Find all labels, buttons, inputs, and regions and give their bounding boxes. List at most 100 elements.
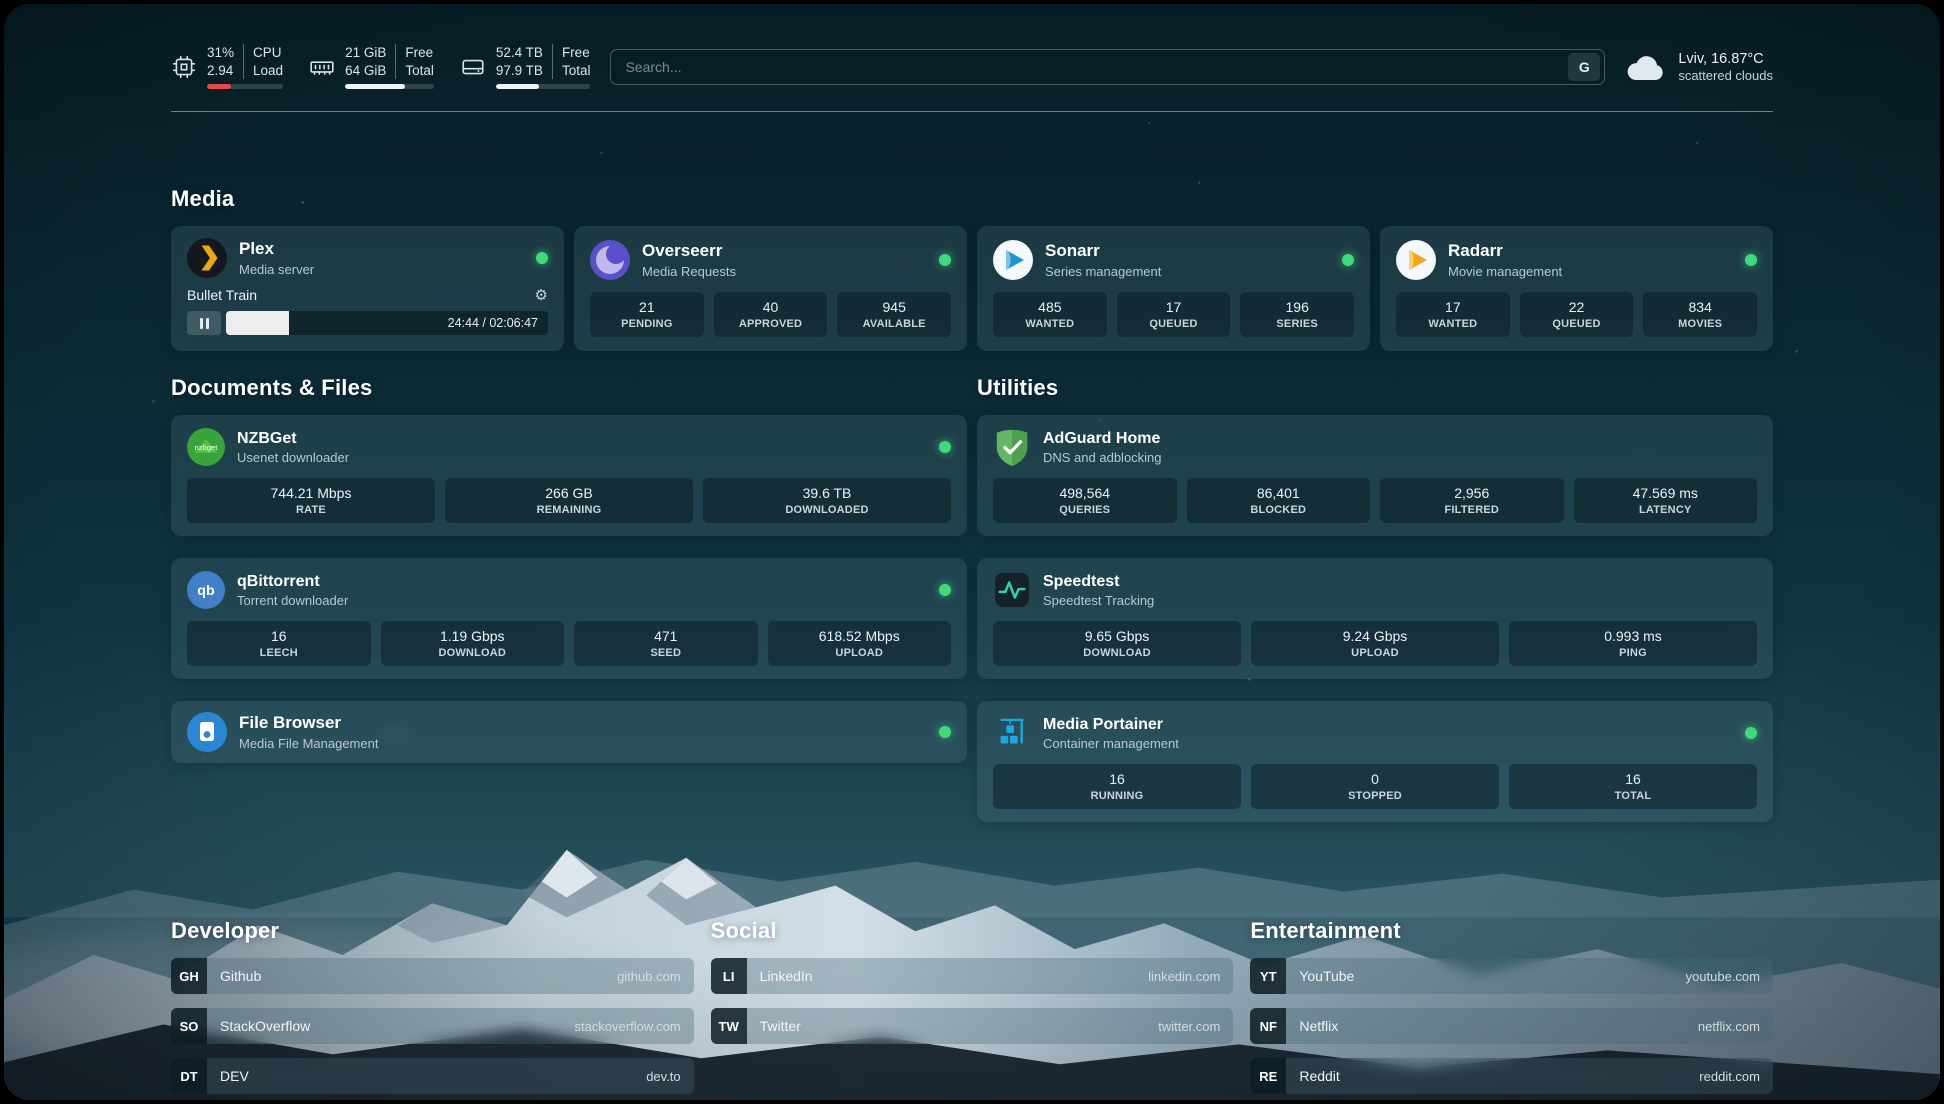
app-subtitle: Torrent downloader xyxy=(237,593,348,608)
media-grid: Plex Media server Bullet Train ⚙ 24:44 /… xyxy=(171,226,1773,351)
app-subtitle: Container management xyxy=(1043,736,1179,751)
stat-box: 39.6 TB DOWNLOADED xyxy=(703,478,951,523)
system-metrics: 31% 2.94 CPU Load xyxy=(171,44,590,89)
plex-card[interactable]: Plex Media server Bullet Train ⚙ 24:44 /… xyxy=(171,226,564,351)
search-input[interactable] xyxy=(611,59,1568,75)
gear-icon[interactable]: ⚙ xyxy=(535,288,548,303)
nzbget-card[interactable]: nzbget NZBGet Usenet downloader 744.21 M… xyxy=(171,415,967,536)
weather-condition: scattered clouds xyxy=(1678,68,1773,83)
stat-box: 834 MOVIES xyxy=(1643,292,1757,337)
cpu-load-value: 2.94 xyxy=(207,62,234,80)
entertainment-section-title: Entertainment xyxy=(1250,918,1773,944)
stat-box: 485 WANTED xyxy=(993,292,1107,337)
section-utilities: Utilities AdGuard Home xyxy=(977,375,1773,822)
ram-total-value: 64 GiB xyxy=(345,62,386,80)
cpu-metric: 31% 2.94 CPU Load xyxy=(171,44,283,89)
stat-box: 9.24 Gbps UPLOAD xyxy=(1251,621,1499,666)
link-dev[interactable]: DT DEV dev.to xyxy=(171,1058,694,1094)
section-developer: Developer GH Github github.com SO StackO… xyxy=(171,918,694,1094)
cpu-label: CPU xyxy=(253,44,283,62)
youtube-badge: YT xyxy=(1250,958,1286,994)
app-name: Media Portainer xyxy=(1043,715,1179,734)
cpu-chip-icon xyxy=(171,54,197,80)
sonarr-card[interactable]: Sonarr Series management 485 WANTED 17 Q… xyxy=(977,226,1370,351)
app-subtitle: Movie management xyxy=(1448,264,1562,279)
plex-icon xyxy=(187,238,227,278)
linkedin-badge: LI xyxy=(711,958,747,994)
app-subtitle: Speedtest Tracking xyxy=(1043,593,1154,608)
app-subtitle: DNS and adblocking xyxy=(1043,450,1162,465)
cpu-load-label: Load xyxy=(253,62,283,80)
now-playing-title: Bullet Train xyxy=(187,287,257,303)
link-github[interactable]: GH Github github.com xyxy=(171,958,694,994)
app-subtitle: Media server xyxy=(239,262,314,277)
memory-icon xyxy=(309,54,335,80)
link-twitter[interactable]: TW Twitter twitter.com xyxy=(711,1008,1234,1044)
adguard-shield-icon xyxy=(993,428,1031,466)
search-engine-button[interactable]: G xyxy=(1568,53,1600,81)
stat-box: 16 TOTAL xyxy=(1509,764,1757,809)
sonarr-icon xyxy=(993,240,1033,280)
weather-location: Lviv, 16.87°C xyxy=(1678,51,1773,67)
stat-box: 86,401 BLOCKED xyxy=(1187,478,1371,523)
portainer-card[interactable]: Media Portainer Container management 16 … xyxy=(977,701,1773,822)
radarr-card[interactable]: Radarr Movie management 17 WANTED 22 QUE… xyxy=(1380,226,1773,351)
stat-box: 21 PENDING xyxy=(590,292,704,337)
speedtest-card[interactable]: Speedtest Speedtest Tracking 9.65 Gbps D… xyxy=(977,558,1773,679)
ram-free-value: 21 GiB xyxy=(345,44,386,62)
stat-box: 945 AVAILABLE xyxy=(837,292,951,337)
link-linkedin[interactable]: LI LinkedIn linkedin.com xyxy=(711,958,1234,994)
status-dot xyxy=(536,252,548,264)
filebrowser-icon xyxy=(187,712,227,752)
link-youtube[interactable]: YT YouTube youtube.com xyxy=(1250,958,1773,994)
app-name: NZBGet xyxy=(237,429,349,448)
stat-box: 618.52 Mbps UPLOAD xyxy=(768,621,952,666)
overseerr-card[interactable]: Overseerr Media Requests 21 PENDING 40 A… xyxy=(574,226,967,351)
stat-box: 1.19 Gbps DOWNLOAD xyxy=(381,621,565,666)
netflix-badge: NF xyxy=(1250,1008,1286,1044)
cpu-usage-bar xyxy=(207,84,283,89)
disk-total-label: Total xyxy=(562,62,591,80)
weather-widget: Lviv, 16.87°C scattered clouds xyxy=(1625,51,1773,83)
reddit-badge: RE xyxy=(1250,1058,1286,1094)
section-social: Social LI LinkedIn linkedin.com TW Twitt… xyxy=(711,918,1234,1044)
app-name: Overseerr xyxy=(642,241,736,261)
stat-box: 16 RUNNING xyxy=(993,764,1241,809)
speedtest-pulse-icon xyxy=(993,571,1031,609)
dashboard-window: 31% 2.94 CPU Load xyxy=(4,4,1940,1100)
documents-section-title: Documents & Files xyxy=(171,375,967,401)
link-reddit[interactable]: RE Reddit reddit.com xyxy=(1250,1058,1773,1094)
stat-box: 0.993 ms PING xyxy=(1509,621,1757,666)
hard-drive-icon xyxy=(460,54,486,80)
section-middle: Documents & Files nzbget NZBGet Usenet xyxy=(171,375,1773,822)
link-stackoverflow[interactable]: SO StackOverflow stackoverflow.com xyxy=(171,1008,694,1044)
nzbget-icon: nzbget xyxy=(187,428,225,466)
qbittorrent-card[interactable]: qb qBittorrent Torrent downloader 16 LEE… xyxy=(171,558,967,679)
status-dot xyxy=(1342,254,1354,266)
app-name: Sonarr xyxy=(1045,241,1161,261)
filebrowser-card[interactable]: File Browser Media File Management xyxy=(171,701,967,763)
stat-box: 471 SEED xyxy=(574,621,758,666)
playback-progress-bar[interactable]: 24:44 / 02:06:47 xyxy=(226,311,548,335)
section-documents: Documents & Files nzbget NZBGet Usenet xyxy=(171,375,967,763)
section-entertainment: Entertainment YT YouTube youtube.com NF … xyxy=(1250,918,1773,1094)
pause-button[interactable] xyxy=(187,311,221,335)
disk-total-value: 97.9 TB xyxy=(496,62,543,80)
stat-box: 47.569 ms LATENCY xyxy=(1574,478,1758,523)
stat-box: 9.65 Gbps DOWNLOAD xyxy=(993,621,1241,666)
disk-free-value: 52.4 TB xyxy=(496,44,543,62)
link-netflix[interactable]: NF Netflix netflix.com xyxy=(1250,1008,1773,1044)
app-name: Plex xyxy=(239,239,314,259)
search-bar[interactable]: G xyxy=(610,49,1605,85)
status-dot xyxy=(939,254,951,266)
stat-box: 266 GB REMAINING xyxy=(445,478,693,523)
playback-time: 24:44 / 02:06:47 xyxy=(448,316,538,330)
svg-text:nzbget: nzbget xyxy=(195,443,219,452)
stat-box: 40 APPROVED xyxy=(714,292,828,337)
stat-box: 16 LEECH xyxy=(187,621,371,666)
app-subtitle: Media Requests xyxy=(642,264,736,279)
adguard-card[interactable]: AdGuard Home DNS and adblocking 498,564 … xyxy=(977,415,1773,536)
media-section-title: Media xyxy=(171,186,1773,212)
ram-usage-bar xyxy=(345,84,434,89)
app-subtitle: Media File Management xyxy=(239,736,378,751)
